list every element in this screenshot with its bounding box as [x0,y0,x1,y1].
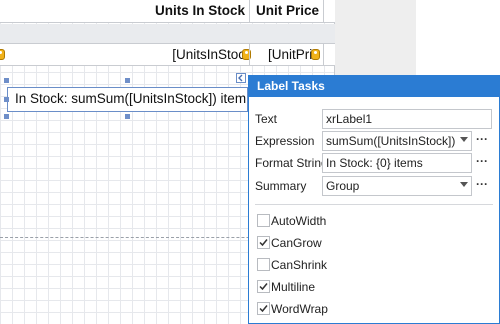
checkbox-row-cangrow[interactable]: CanGrow [249,232,499,254]
text-field[interactable]: xrLabel1 [322,109,492,129]
autowidth-checkbox[interactable] [257,214,270,227]
ellipsis-icon[interactable]: ··· [473,176,491,196]
selected-label-control[interactable]: In Stock: sumSum([UnitsInStock]) item [7,87,248,112]
ellipsis-icon[interactable]: ··· [473,131,491,151]
resize-handle-top-left[interactable] [4,78,9,83]
expression-field[interactable]: sumSum([UnitsInStock]) [322,131,472,151]
cangrow-checkbox[interactable] [257,236,270,249]
ellipsis-icon[interactable]: ··· [473,153,491,173]
checkbox-row-multiline[interactable]: Multiline [249,276,499,298]
group-header-band-strip[interactable] [0,24,335,44]
resize-handle-top[interactable] [125,78,130,83]
detail-cell-units-in-stock[interactable]: [UnitsInStoc [106,44,249,66]
resize-handle-left[interactable] [4,97,9,102]
chevron-down-icon[interactable] [460,182,468,187]
page-header-band[interactable]: Units In Stock Unit Price [0,0,335,23]
canshrink-checkbox[interactable] [257,258,270,271]
summary-field[interactable]: Group [322,176,472,196]
multiline-checkbox[interactable] [257,280,270,293]
column-divider [323,44,324,66]
field-tag-icon [0,49,5,60]
property-row-summary: Summary Group ··· [249,175,499,197]
selected-label-text: In Stock: sumSum([UnitsInStock]) item [15,91,247,106]
label-tasks-panel: Label Tasks Text xrLabel1 Expression sum… [248,75,500,324]
property-row-format-string: Format String In Stock: {0} items ··· [249,152,499,174]
property-row-text: Text xrLabel1 [249,108,499,130]
checkbox-label: AutoWidth [271,214,327,228]
property-label: Format String [255,156,328,170]
resize-handle-bottom[interactable] [125,114,130,119]
checkbox-label: Multiline [271,280,316,294]
format-string-field[interactable]: In Stock: {0} items [322,153,472,173]
property-label: Summary [255,179,307,193]
expression-value: sumSum([UnitsInStock]) [326,134,456,148]
smart-tag-chevron-icon[interactable] [236,73,246,83]
wordwrap-checkbox[interactable] [257,302,270,315]
property-row-expression: Expression sumSum([UnitsInStock]) ··· [249,130,499,152]
checkbox-label: CanGrow [271,236,322,250]
checkbox-label: CanShrink [271,258,328,272]
resize-handle-bottom-left[interactable] [4,114,9,119]
checkmark-icon [259,283,268,291]
column-divider [323,0,324,23]
checkmark-icon [259,305,268,313]
property-label: Expression [255,134,315,148]
header-cell-units-in-stock[interactable]: Units In Stock [106,0,249,22]
checkbox-label: WordWrap [271,302,328,316]
detail-band[interactable]: [UnitsInStoc [UnitPric [0,44,335,66]
chevron-down-icon[interactable] [460,137,468,142]
field-tag-icon [311,49,320,60]
checkmark-icon [259,239,268,247]
summary-value: Group [326,179,360,193]
tasks-panel-title: Label Tasks [249,76,499,97]
checkbox-row-wordwrap[interactable]: WordWrap [249,298,499,320]
header-cell-unit-price[interactable]: Unit Price [250,0,323,22]
panel-separator [255,204,493,205]
checkbox-row-autowidth[interactable]: AutoWidth [249,210,499,232]
property-label: Text [255,112,278,126]
checkbox-row-canshrink[interactable]: CanShrink [249,254,499,276]
